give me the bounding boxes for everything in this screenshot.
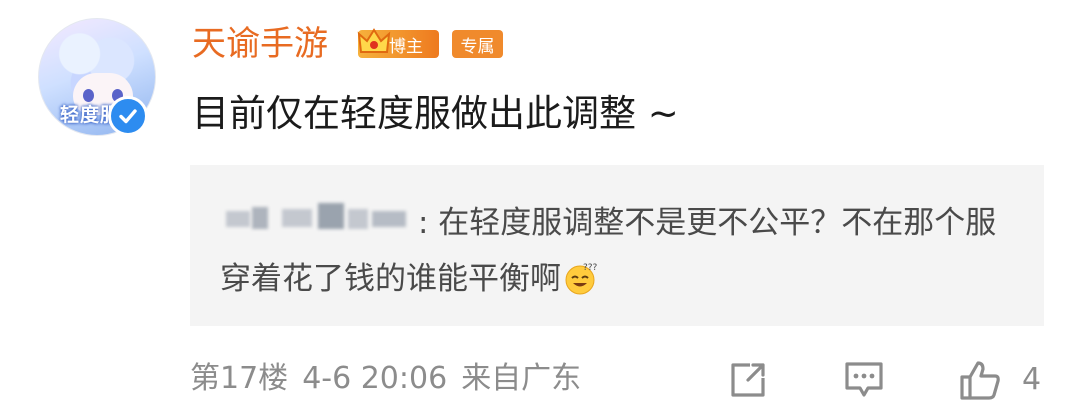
comment-time: 4-6 20:06 <box>302 361 448 396</box>
blogger-badge: 博主 <box>357 28 439 58</box>
comment-location: 来自广东 <box>461 361 582 396</box>
comment-meta: 第17楼 4-6 20:06 来自广东 <box>190 356 595 402</box>
quoted-reply[interactable]: : 在轻度服调整不是更不公平？不在那个服穿着花了钱的谁能平衡啊 ??? <box>190 165 1044 326</box>
thumbs-up-icon[interactable] <box>958 358 1002 402</box>
crown-icon <box>357 28 391 53</box>
svg-text:???: ??? <box>583 263 597 273</box>
blogger-badge-label: 博主 <box>389 36 423 57</box>
comment-icon[interactable] <box>842 358 886 402</box>
author-name[interactable]: 天谕手游 <box>192 20 328 68</box>
quoted-reply-text: : 在轻度服调整不是更不公平？不在那个服穿着花了钱的谁能平衡啊 ??? <box>220 205 997 297</box>
floor-number: 第17楼 <box>190 361 289 396</box>
like-count: 4 <box>1022 362 1042 397</box>
share-icon[interactable] <box>726 358 770 402</box>
verified-check-icon <box>108 96 148 136</box>
sweat-smile-emoji: ??? <box>565 263 597 295</box>
exclusive-badge: 专属 <box>452 30 503 58</box>
comment-text: 目前仅在轻度服做出此调整 ~ <box>192 92 679 135</box>
